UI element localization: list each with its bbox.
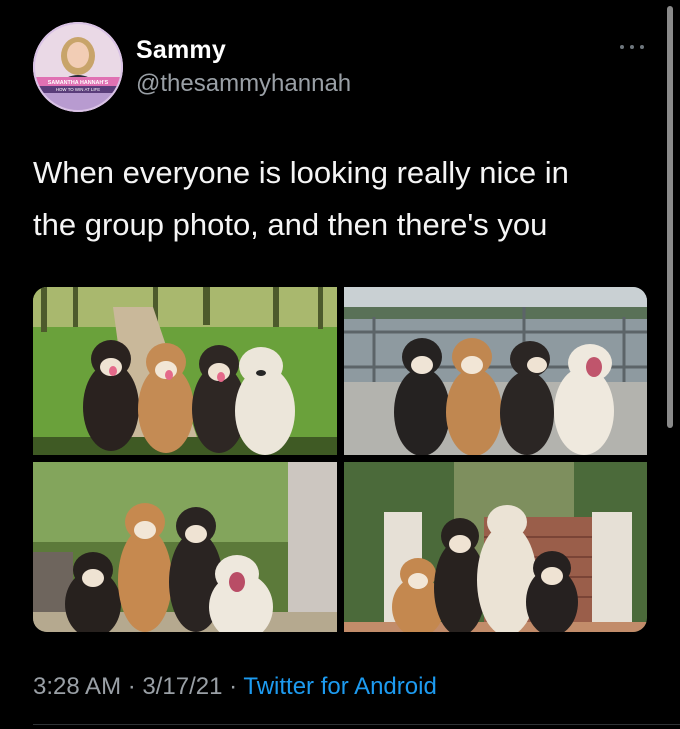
tweet-meta: 3:28 AM · 3/17/21 · Twitter for Android xyxy=(33,673,437,701)
photo-2[interactable] xyxy=(344,287,647,455)
photo-3[interactable] xyxy=(33,462,337,632)
tweet-date: 3/17/21 xyxy=(142,673,223,700)
divider xyxy=(33,724,680,725)
tweet-time: 3:28 AM xyxy=(33,673,122,700)
media-grid xyxy=(33,287,647,632)
scrollbar[interactable] xyxy=(667,6,673,428)
photo-1[interactable] xyxy=(33,287,337,455)
photo-4[interactable] xyxy=(344,462,647,632)
more-horizontal-icon[interactable] xyxy=(618,38,648,56)
avatar-caption-bottom: HOW TO WIN AT LIFE xyxy=(56,87,100,92)
avatar[interactable]: SAMANTHA HANNAH'S HOW TO WIN AT LIFE xyxy=(33,22,123,112)
avatar-caption-top: SAMANTHA HANNAH'S xyxy=(48,80,109,86)
meta-separator: · xyxy=(222,673,244,700)
tweet-text: When everyone is looking really nice in … xyxy=(33,155,569,242)
author-name[interactable]: Sammy xyxy=(136,36,226,65)
tweet-source-link[interactable]: Twitter for Android xyxy=(243,673,436,700)
author-handle[interactable]: @thesammyhannah xyxy=(136,70,351,98)
tweet: SAMANTHA HANNAH'S HOW TO WIN AT LIFE Sam… xyxy=(0,0,680,729)
meta-separator: · xyxy=(121,673,143,700)
